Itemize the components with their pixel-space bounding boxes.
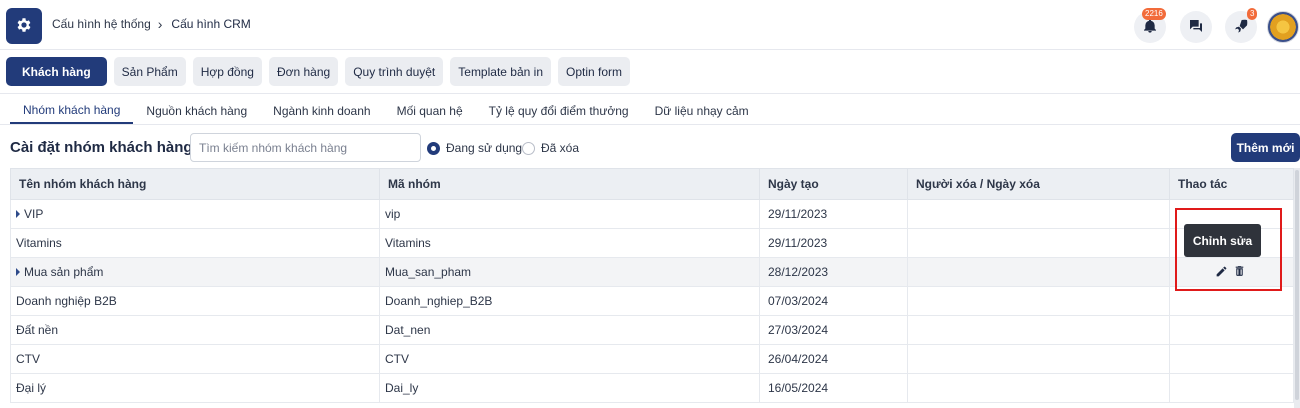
cell-actions [1169,373,1294,403]
cell-actions [1169,344,1294,374]
cell-group-name: Đại lý [10,373,380,403]
rocket-badge: 3 [1247,8,1258,20]
chevron-right-icon: › [157,16,163,32]
cell-group-name: VIP [10,199,380,229]
bell-icon [1142,18,1158,37]
gear-icon [15,16,33,37]
cell-actions [1169,286,1294,316]
tab-optin-form[interactable]: Optin form [558,57,631,86]
tab-products[interactable]: Sản Phẩm [113,57,186,86]
breadcrumb-item-system-config[interactable]: Cấu hình hệ thống [52,17,151,31]
search-input[interactable] [190,133,421,162]
notification-button[interactable]: 2216 [1134,8,1166,43]
cell-created-date: 26/04/2024 [759,344,908,374]
radio-deleted-label: Đã xóa [541,141,580,155]
subtab-customer-sources[interactable]: Nguồn khách hàng [133,98,260,124]
customer-group-table: Tên nhóm khách hàng Mã nhóm Ngày tạo Ngư… [10,168,1294,403]
cell-actions [1169,315,1294,345]
scrollbar-thumb[interactable] [1295,170,1299,400]
cell-created-date: 29/11/2023 [759,228,908,258]
edit-pencil-icon[interactable] [1215,265,1228,278]
divider [0,124,1300,125]
cell-deleted-by [907,286,1170,316]
notification-badge: 2216 [1142,8,1166,20]
cell-created-date: 27/03/2024 [759,315,908,345]
table-row[interactable]: Vitamins Vitamins 29/11/2023 [10,228,1294,258]
expand-caret-icon[interactable] [16,210,20,218]
tab-approval-process[interactable]: Quy trình duyệt [345,57,444,86]
radio-active-label: Đang sử dụng [446,141,523,155]
cell-created-date: 28/12/2023 [759,257,908,287]
chat-button[interactable] [1180,11,1212,43]
radio-active[interactable]: Đang sử dụng [427,141,522,155]
cell-group-name: Đất nền [10,315,380,345]
cell-created-date: 29/11/2023 [759,199,908,229]
column-header-actions: Thao tác [1169,168,1294,200]
subtab-relationships[interactable]: Mối quan hệ [384,98,476,124]
add-new-button[interactable]: Thêm mới [1231,133,1300,162]
cell-group-code: Mua_san_pham [379,257,760,287]
table-row[interactable]: Doanh nghiệp B2B Doanh_nghiep_B2B 07/03/… [10,286,1294,316]
column-header-created-date[interactable]: Ngày tạo [759,168,908,200]
subtab-customer-groups[interactable]: Nhóm khách hàng [10,98,134,124]
column-header-deleted-by[interactable]: Người xóa / Ngày xóa [907,168,1170,200]
tab-contracts[interactable]: Hợp đồng [192,57,262,86]
table-row[interactable]: Đại lý Dai_ly 16/05/2024 [10,373,1294,403]
main-tabs: Khách hàng Sản Phẩm Hợp đồng Đơn hàng Qu… [6,57,637,86]
cell-deleted-by [907,257,1170,287]
group-name-text: Mua sản phẩm [24,265,104,279]
cell-deleted-by [907,315,1170,345]
radio-deleted[interactable]: Đã xóa [522,141,579,155]
cell-group-code: Dat_nen [379,315,760,345]
subtab-industries[interactable]: Ngành kinh doanh [260,98,383,124]
chat-icon [1188,18,1204,37]
trash-icon[interactable] [1233,264,1246,278]
cell-group-name: Vitamins [10,228,380,258]
breadcrumb: Cấu hình hệ thống › Cấu hình CRM [52,17,251,31]
rocket-button[interactable]: 3 [1225,8,1258,43]
cell-group-name: Doanh nghiệp B2B [10,286,380,316]
cell-group-name: CTV [10,344,380,374]
column-header-group-name[interactable]: Tên nhóm khách hàng [10,168,380,200]
column-header-group-code[interactable]: Mã nhóm [379,168,760,200]
cell-group-code: Dai_ly [379,373,760,403]
rocket-icon [1233,18,1249,37]
cell-group-code: vip [379,199,760,229]
radio-button-unchecked[interactable] [522,141,535,155]
cell-group-code: Vitamins [379,228,760,258]
tab-orders[interactable]: Đơn hàng [268,57,339,86]
page-title: Cài đặt nhóm khách hàng [10,139,193,156]
group-name-text: VIP [24,207,44,221]
table-row[interactable]: Mua sản phẩm Mua_san_pham 28/12/2023 [10,257,1294,287]
cell-created-date: 07/03/2024 [759,286,908,316]
row-actions [1215,264,1251,278]
breadcrumb-item-crm-config: Cấu hình CRM [171,17,251,31]
subtab-sensitive-data[interactable]: Dữ liệu nhạy cảm [642,98,762,124]
tab-customers[interactable]: Khách hàng [6,57,107,86]
table-row[interactable]: VIP vip 29/11/2023 [10,199,1294,229]
cell-group-name: Mua sản phẩm [10,257,380,287]
cell-deleted-by [907,373,1170,403]
edit-tooltip: Chỉnh sửa [1184,224,1261,257]
cell-group-code: Doanh_nghiep_B2B [379,286,760,316]
table-row[interactable]: CTV CTV 26/04/2024 [10,344,1294,374]
radio-button-checked[interactable] [427,141,440,155]
cell-created-date: 16/05/2024 [759,373,908,403]
expand-caret-icon[interactable] [16,268,20,276]
avatar[interactable] [1267,11,1299,43]
table-row[interactable]: Đất nền Dat_nen 27/03/2024 [10,315,1294,345]
cell-deleted-by [907,228,1170,258]
top-bar: Cấu hình hệ thống › Cấu hình CRM 2216 3 [0,0,1300,50]
table-header-row: Tên nhóm khách hàng Mã nhóm Ngày tạo Ngư… [10,168,1294,200]
cell-group-code: CTV [379,344,760,374]
subtab-reward-rate[interactable]: Tỷ lệ quy đổi điểm thưởng [476,98,642,124]
sub-tabs: Nhóm khách hàng Nguồn khách hàng Ngành k… [10,98,762,124]
cell-deleted-by [907,344,1170,374]
settings-button[interactable] [6,8,42,44]
cell-deleted-by [907,199,1170,229]
divider [0,93,1300,94]
tab-print-template[interactable]: Template bản in [450,57,551,86]
